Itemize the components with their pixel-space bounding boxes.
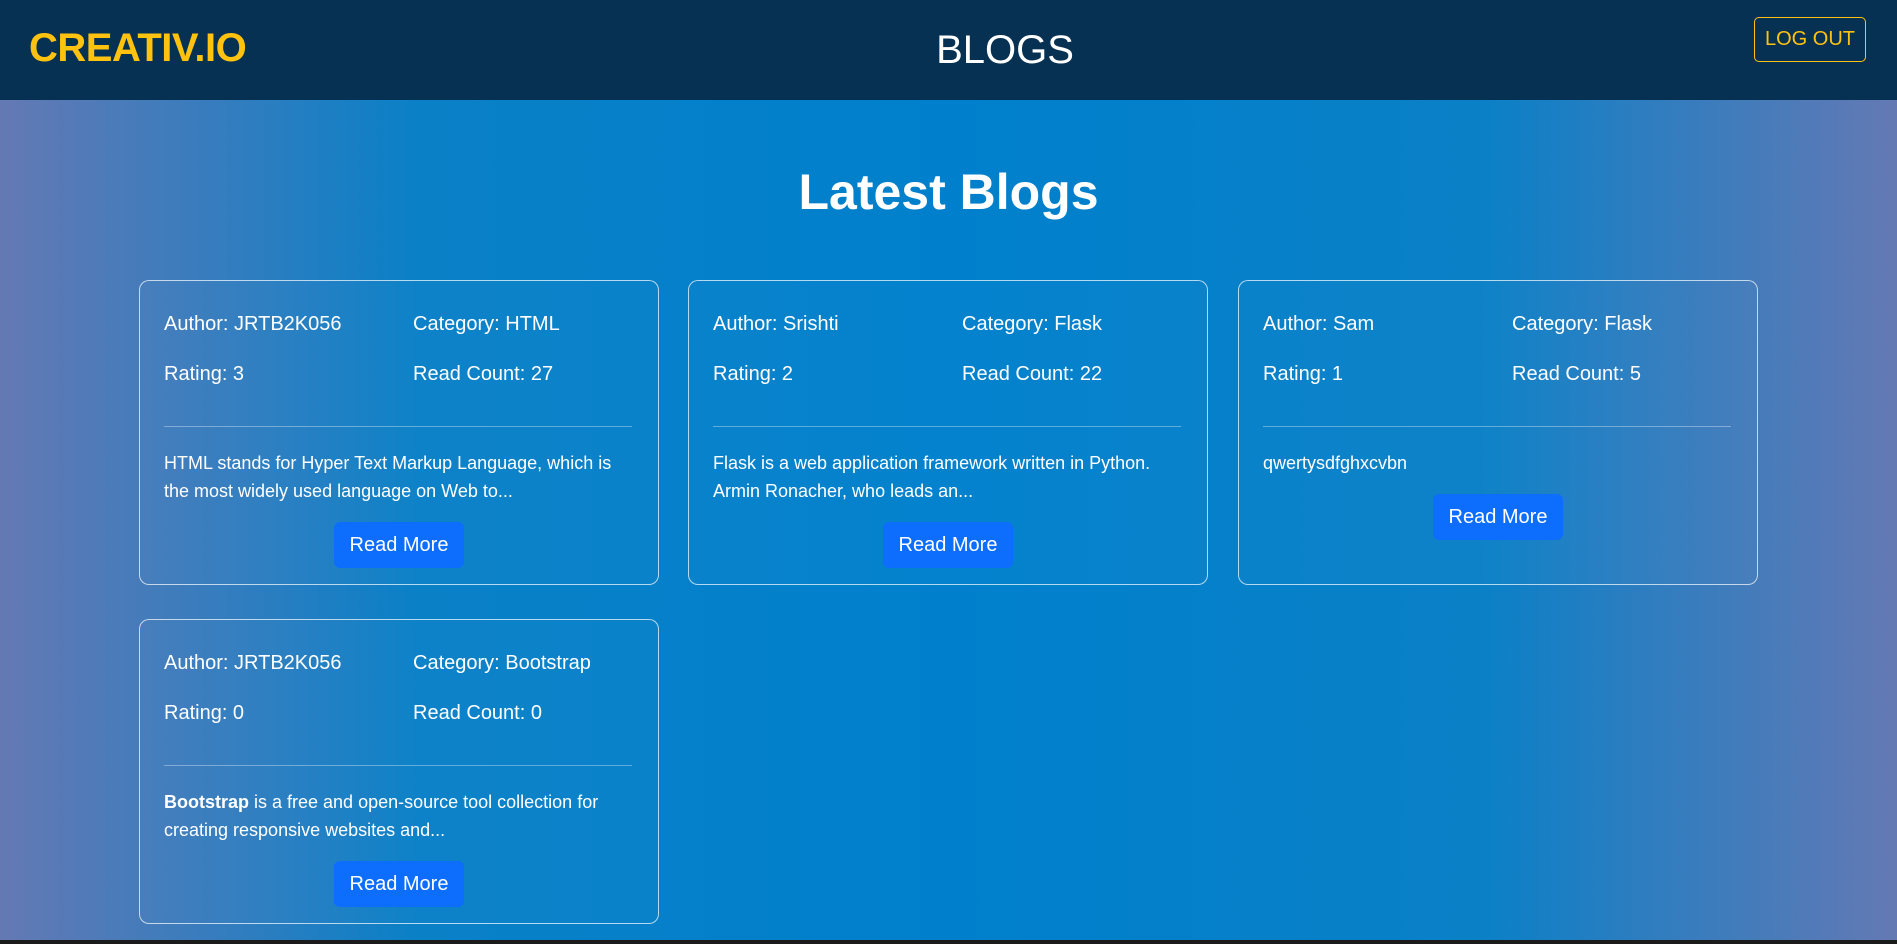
- blog-read-count: Read Count: 22: [962, 363, 1103, 385]
- bottom-border: [0, 940, 1897, 944]
- blog-category: Category: Bootstrap: [413, 652, 591, 674]
- blog-excerpt-text: HTML stands for Hyper Text Markup Langua…: [164, 453, 612, 501]
- blog-card: Author: JRTB2K056 Category: HTML Rating:…: [139, 280, 659, 585]
- blog-excerpt-text: qwertysdfghxcvbn: [1263, 453, 1408, 473]
- blog-rating: Rating: 1: [1263, 363, 1344, 385]
- read-more-button[interactable]: Read More: [334, 861, 464, 907]
- read-more-button[interactable]: Read More: [883, 522, 1013, 568]
- latest-blogs-heading: Latest Blogs: [798, 164, 1099, 220]
- blog-card: Author: Sam Category: Flask Rating: 1 Re…: [1238, 280, 1758, 585]
- card-divider: [164, 765, 632, 766]
- blog-read-count: Read Count: 5: [1512, 363, 1641, 385]
- blog-author: Author: JRTB2K056: [164, 652, 342, 674]
- blog-read-count: Read Count: 0: [413, 702, 542, 724]
- blog-category: Category: Flask: [962, 313, 1103, 335]
- blog-excerpt: qwertysdfghxcvbn: [1263, 449, 1733, 477]
- blog-category: Category: HTML: [413, 313, 560, 335]
- blog-rating: Rating: 3: [164, 363, 245, 385]
- blog-read-count: Read Count: 27: [413, 363, 554, 385]
- logout-button[interactable]: LOG OUT: [1754, 17, 1866, 62]
- blog-author: Author: Sam: [1263, 313, 1375, 335]
- card-divider: [713, 426, 1181, 427]
- blog-card: Author: JRTB2K056 Category: Bootstrap Ra…: [139, 619, 659, 924]
- blog-rating: Rating: 2: [713, 363, 794, 385]
- blog-excerpt-bold: Bootstrap: [164, 792, 249, 812]
- blog-excerpt-text: Flask is a web application framework wri…: [713, 453, 1151, 501]
- read-more-button[interactable]: Read More: [334, 522, 464, 568]
- blog-author: Author: JRTB2K056: [164, 313, 342, 335]
- blog-rating: Rating: 0: [164, 702, 245, 724]
- card-divider: [164, 426, 632, 427]
- read-more-button[interactable]: Read More: [1433, 494, 1563, 540]
- blog-excerpt: HTML stands for Hyper Text Markup Langua…: [164, 449, 634, 505]
- blog-category: Category: Flask: [1512, 313, 1653, 335]
- navbar: CREATIV.IO BLOGS LOG OUT: [0, 0, 1897, 100]
- blog-card: Author: Srishti Category: Flask Rating: …: [688, 280, 1208, 585]
- page-title: BLOGS: [936, 28, 1074, 72]
- card-divider: [1263, 426, 1731, 427]
- blog-author: Author: Srishti: [713, 313, 839, 335]
- blog-excerpt: Flask is a web application framework wri…: [713, 449, 1183, 505]
- blog-excerpt: Bootstrap is a free and open-source tool…: [164, 788, 634, 844]
